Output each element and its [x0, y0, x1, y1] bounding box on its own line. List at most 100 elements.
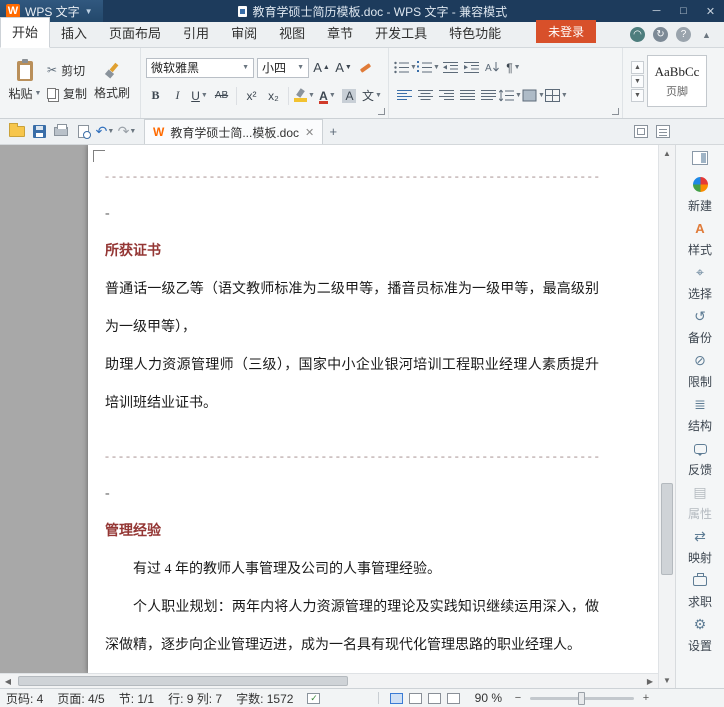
tab-list-icon[interactable]: [656, 125, 670, 138]
clear-format-button[interactable]: [356, 58, 375, 77]
sidebar-item-new[interactable]: 新建: [676, 173, 724, 217]
decrease-font-button[interactable]: A ▼: [334, 58, 353, 77]
undo-button[interactable]: ↶ ▼: [94, 121, 116, 143]
scroll-up-icon[interactable]: ▲: [659, 145, 675, 161]
zoom-level-label[interactable]: 90 %: [475, 691, 502, 705]
show-paragraph-marks-button[interactable]: ¶ ▼: [503, 58, 524, 77]
tab-page-layout[interactable]: 页面布局: [98, 19, 172, 47]
justify-button[interactable]: [457, 86, 478, 105]
maximize-button[interactable]: □: [670, 0, 697, 22]
distribute-button[interactable]: [478, 86, 499, 105]
font-dialog-launcher-icon[interactable]: [378, 108, 386, 115]
sync-icon[interactable]: ↻: [653, 27, 668, 42]
format-painter-button[interactable]: 格式刷: [89, 53, 135, 110]
style-gallery-more-icon[interactable]: ▼: [631, 89, 645, 102]
align-center-button[interactable]: [415, 86, 436, 105]
font-color-button[interactable]: A ▼: [318, 86, 337, 105]
italic-button[interactable]: I: [168, 86, 187, 105]
align-left-button[interactable]: [394, 86, 415, 105]
underline-button[interactable]: U ▼: [190, 86, 209, 105]
decrease-indent-button[interactable]: [440, 58, 461, 77]
font-color-icon: A: [319, 88, 328, 104]
sidebar-item-restrict[interactable]: ⊘ 限制: [676, 349, 724, 393]
login-button[interactable]: 未登录: [536, 20, 597, 43]
bullet-list-button[interactable]: ▼: [394, 58, 417, 77]
pinyin-guide-button[interactable]: 文 ▼: [362, 86, 382, 105]
tab-review[interactable]: 审阅: [220, 19, 268, 47]
print-button[interactable]: [50, 121, 72, 143]
style-gallery-down-icon[interactable]: ▼: [631, 75, 645, 88]
char-shading-button[interactable]: A: [340, 86, 359, 105]
increase-font-button[interactable]: A ▲: [312, 58, 331, 77]
style-gallery-up-icon[interactable]: ▲: [631, 61, 645, 74]
new-tab-button[interactable]: +: [323, 122, 343, 142]
cut-button[interactable]: ✂ 剪切: [47, 62, 87, 79]
sidebar-item-settings[interactable]: ⚙ 设置: [676, 613, 724, 657]
style-item-footer[interactable]: AaBbCc 页脚: [647, 55, 708, 107]
paste-button[interactable]: 粘贴 ▼: [5, 53, 45, 110]
collapse-sidebar-icon[interactable]: [692, 151, 708, 165]
font-size-select[interactable]: 小四 ▼: [257, 57, 310, 78]
document-tab[interactable]: W 教育学硕士简...模板.doc ✕: [144, 119, 324, 144]
tab-home[interactable]: 开始: [0, 17, 51, 48]
sort-button[interactable]: A: [482, 58, 503, 77]
superscript-button[interactable]: x²: [242, 86, 261, 105]
help-icon[interactable]: ?: [676, 27, 691, 42]
scroll-right-icon[interactable]: ▶: [642, 674, 658, 688]
minimize-button[interactable]: ─: [643, 0, 670, 22]
tab-references[interactable]: 引用: [172, 19, 220, 47]
increase-indent-button[interactable]: [461, 58, 482, 77]
copy-button[interactable]: 复制: [47, 85, 87, 102]
close-tab-icon[interactable]: ✕: [305, 126, 314, 139]
sidebar-item-job[interactable]: 求职: [676, 569, 724, 613]
spellcheck-icon[interactable]: ✓: [307, 692, 321, 704]
sidebar-item-styles[interactable]: A 样式: [676, 217, 724, 261]
tab-insert[interactable]: 插入: [50, 19, 98, 47]
close-button[interactable]: ✕: [697, 0, 724, 22]
subscript-button[interactable]: x₂: [264, 86, 283, 105]
save-button[interactable]: [28, 121, 50, 143]
outline-view-icon[interactable]: [446, 692, 460, 704]
borders-button[interactable]: ▼: [544, 86, 568, 105]
strikethrough-button[interactable]: AB: [212, 86, 231, 105]
tab-section[interactable]: 章节: [316, 19, 364, 47]
bold-button[interactable]: B: [146, 86, 165, 105]
tab-developer[interactable]: 开发工具: [364, 19, 438, 47]
sidebar-item-feedback[interactable]: 反馈: [676, 437, 724, 481]
collapse-ribbon-icon[interactable]: ▲: [699, 27, 714, 42]
tab-special-features[interactable]: 特色功能: [438, 19, 512, 47]
sidebar-item-backup[interactable]: ↺ 备份: [676, 305, 724, 349]
fullscreen-view-icon[interactable]: [408, 692, 422, 704]
line-spacing-button[interactable]: ▼: [499, 86, 522, 105]
web-view-icon[interactable]: [427, 692, 441, 704]
scroll-left-icon[interactable]: ◀: [0, 674, 16, 688]
zoom-slider[interactable]: [530, 691, 634, 705]
sidebar-item-select[interactable]: ⌖ 选择: [676, 261, 724, 305]
word-count-status[interactable]: 字数: 1572: [236, 690, 293, 707]
zoom-in-button[interactable]: +: [640, 692, 652, 704]
restore-window-icon[interactable]: [634, 125, 648, 138]
vertical-scroll-thumb[interactable]: [661, 483, 673, 575]
print-preview-button[interactable]: [72, 121, 94, 143]
font-name-select[interactable]: 微软雅黑 ▼: [146, 57, 255, 78]
document-content[interactable]: ----------------------------------------…: [105, 157, 599, 665]
paragraph-dialog-launcher-icon[interactable]: [612, 108, 620, 115]
vertical-scrollbar[interactable]: ▲ ▼: [658, 145, 675, 688]
horizontal-scroll-thumb[interactable]: [18, 676, 348, 686]
zoom-out-button[interactable]: −: [512, 692, 524, 704]
page-view-icon[interactable]: [389, 692, 403, 704]
align-right-button[interactable]: [436, 86, 457, 105]
open-button[interactable]: [6, 121, 28, 143]
redo-button[interactable]: ↷ ▼: [116, 121, 138, 143]
zoom-slider-thumb[interactable]: [577, 691, 585, 705]
sidebar-item-mapping[interactable]: ⇄ 映射: [676, 525, 724, 569]
skin-theme-icon[interactable]: ◠: [630, 27, 645, 42]
horizontal-scrollbar[interactable]: ◀ ▶: [0, 673, 658, 688]
numbered-list-button[interactable]: ▼: [416, 58, 440, 77]
sidebar-item-structure[interactable]: ≣ 结构: [676, 393, 724, 437]
shading-button[interactable]: ▼: [522, 86, 545, 105]
highlight-button[interactable]: ▼: [294, 86, 315, 105]
scroll-down-icon[interactable]: ▼: [659, 672, 675, 688]
document-page[interactable]: ----------------------------------------…: [88, 145, 658, 673]
tab-view[interactable]: 视图: [268, 19, 316, 47]
